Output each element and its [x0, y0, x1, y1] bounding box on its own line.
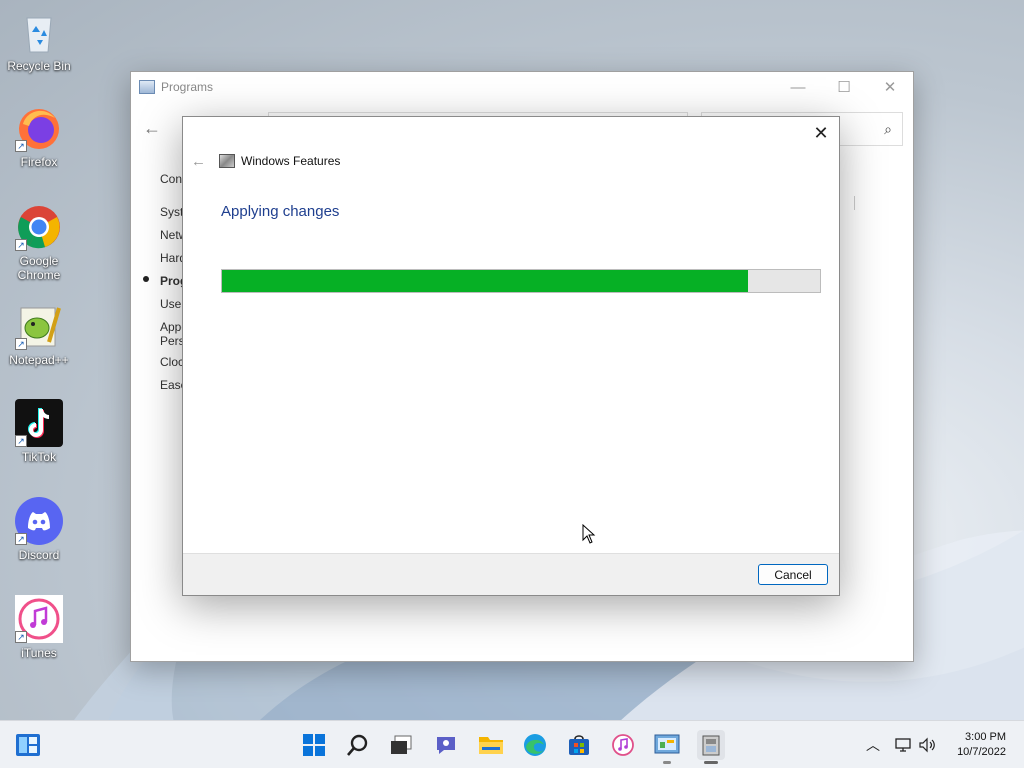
window-title: Programs [161, 80, 214, 94]
shortcut-arrow-icon: ↗ [15, 338, 27, 350]
clock[interactable]: 3:00 PM 10/7/2022 [957, 730, 1006, 760]
dialog-close-button[interactable]: ✕ [809, 121, 833, 145]
sidebar-item[interactable]: Netw [160, 228, 184, 251]
control-panel-icon [654, 734, 680, 754]
desktop-icon-label: Google Chrome [17, 254, 61, 282]
volume-icon [919, 737, 935, 753]
dialog-header: Windows Features [219, 154, 340, 168]
control-panel-taskbar-button[interactable] [654, 732, 680, 764]
start-icon [303, 734, 325, 756]
task-view-button[interactable] [388, 732, 414, 758]
sidebar-item[interactable]: Appe Perso [160, 320, 184, 355]
minimize-button[interactable]: — [775, 72, 821, 102]
desktop-icon-discord[interactable]: ↗ Discord [4, 497, 74, 562]
chat-button[interactable] [433, 732, 459, 758]
dialog-title: Windows Features [241, 154, 341, 168]
chevron-up-icon: ︿ [866, 737, 880, 753]
desktop-icon-recycle-bin[interactable]: Recycle Bin [4, 8, 74, 73]
search-icon [347, 734, 368, 756]
search-icon: ⌕ [884, 121, 892, 137]
desktop-icon-firefox[interactable]: ↗ Firefox [4, 104, 74, 169]
clock-time: 3:00 PM [965, 731, 1006, 743]
desktop-icon-tiktok[interactable]: ↗ TikTok [4, 399, 74, 464]
store-icon [569, 735, 589, 755]
sidebar-item[interactable]: Ease [160, 378, 184, 401]
widgets-button[interactable] [15, 732, 41, 758]
shortcut-arrow-icon: ↗ [15, 239, 27, 251]
shortcut-arrow-icon: ↗ [15, 435, 27, 447]
desktop-icon-chrome[interactable]: ↗ Google Chrome [4, 203, 74, 282]
dialog-back-arrow-icon: ← [191, 153, 206, 170]
close-button[interactable]: ✕ [867, 72, 913, 102]
desktop-icon-notepad-plus-plus[interactable]: ↗ Notepad++ [4, 302, 74, 367]
desktop-icon-label: Recycle Bin [7, 59, 71, 73]
clock-date: 10/7/2022 [957, 746, 1006, 758]
shortcut-arrow-icon: ↗ [15, 533, 27, 545]
task-view-icon [391, 735, 412, 754]
start-button[interactable] [301, 732, 327, 758]
windows-features-icon [219, 154, 235, 168]
sidebar-item[interactable]: Hard [160, 251, 184, 274]
sidebar-item[interactable]: User [160, 297, 184, 320]
network-button[interactable] [894, 721, 912, 768]
progress-bar-fill [222, 270, 749, 292]
itunes-icon: ↗ [15, 595, 63, 643]
itunes-taskbar-button[interactable] [610, 732, 636, 758]
link-divider [854, 196, 855, 210]
dialog-footer: Cancel [183, 553, 839, 595]
windows-features-dialog: ✕ ← Windows Features Applying changes Ca… [182, 116, 840, 596]
itunes-icon [612, 734, 634, 756]
sidebar-selected-bullet [143, 276, 149, 282]
file-explorer-button[interactable] [478, 732, 504, 758]
back-arrow-icon[interactable]: ← [143, 118, 161, 139]
taskbar-search-button[interactable] [345, 732, 371, 758]
sidebar-item[interactable]: Clock [160, 355, 184, 378]
teams-chat-icon [437, 737, 455, 754]
windows-features-taskbar-button[interactable] [697, 730, 725, 764]
shortcut-arrow-icon: ↗ [15, 140, 27, 152]
sidebar-item[interactable]: Syste [160, 205, 184, 228]
maximize-button[interactable]: ☐ [821, 72, 867, 102]
shortcut-arrow-icon: ↗ [15, 631, 27, 643]
file-explorer-icon [479, 737, 503, 754]
control-panel-sidebar: Cont Syste Netw Hard Prog User Appe Pers… [160, 172, 184, 401]
chrome-icon: ↗ [15, 203, 63, 251]
running-indicator [663, 761, 671, 764]
cancel-button[interactable]: Cancel [758, 564, 828, 585]
desktop-icon-itunes[interactable]: ↗ iTunes [4, 595, 74, 660]
desktop-icon-label: TikTok [21, 450, 57, 464]
windows-features-icon [702, 735, 720, 756]
window-controls: — ☐ ✕ [775, 72, 913, 102]
mouse-cursor-icon [582, 524, 596, 544]
desktop-icon-label: iTunes [21, 646, 57, 660]
active-indicator [704, 761, 718, 764]
notepad-plus-plus-icon: ↗ [15, 302, 63, 350]
taskbar: ︿ 3:00 PM 10/7/2022 [0, 720, 1024, 768]
firefox-icon: ↗ [15, 104, 63, 152]
store-button[interactable] [566, 732, 592, 758]
dialog-heading: Applying changes [221, 203, 340, 220]
progress-bar [221, 269, 821, 293]
show-hidden-icons-button[interactable]: ︿ [866, 721, 880, 768]
desktop-icon-label: Firefox [20, 155, 58, 169]
volume-button[interactable] [918, 721, 938, 768]
widgets-icon [16, 734, 40, 756]
network-icon [895, 738, 911, 752]
discord-icon: ↗ [15, 497, 63, 545]
tiktok-icon: ↗ [15, 399, 63, 447]
edge-button[interactable] [522, 732, 548, 758]
control-panel-icon [139, 80, 155, 94]
desktop-icon-label: Discord [18, 548, 60, 562]
desktop-icon-label: Notepad++ [9, 353, 69, 367]
recycle-bin-icon [15, 8, 63, 56]
sidebar-item[interactable]: Cont [160, 172, 184, 205]
edge-icon [524, 734, 546, 756]
sidebar-item-selected[interactable]: Prog [160, 274, 184, 297]
